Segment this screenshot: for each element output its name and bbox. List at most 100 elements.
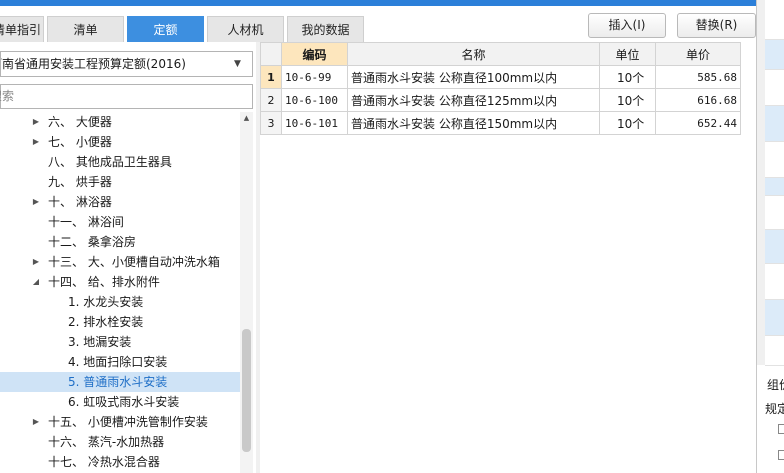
replace-button[interactable]: 替换(R): [677, 13, 756, 38]
tree-item-label: 1. 水龙头安装: [68, 295, 144, 309]
quota-book-value: 河南省通用安装工程预算定额(2016): [0, 57, 186, 71]
panel-label-rule: 规定: [765, 402, 784, 416]
tree-chapter-item[interactable]: ▶ 十三、 大、小便槽自动冲洗水箱: [0, 252, 240, 272]
expand-triangle-icon[interactable]: ▶: [30, 112, 42, 132]
scroll-up-arrow-icon[interactable]: ▲: [240, 112, 253, 124]
tree-item-label: 十一、 淋浴间: [48, 215, 124, 229]
tree-chapter-item[interactable]: ▶ 十、 淋浴器: [0, 192, 240, 212]
library-tab-strip: 清单指引 清单 定额 人材机 我的数据: [0, 16, 367, 42]
row-number: 3: [260, 111, 282, 135]
edge-cell: [765, 106, 784, 142]
cell-unit[interactable]: 10个: [599, 65, 656, 89]
edge-cell: [765, 178, 784, 196]
checkbox[interactable]: [778, 424, 784, 434]
cell-name[interactable]: 普通雨水斗安装 公称直径150mm以内: [347, 111, 600, 135]
panel-gap: [757, 0, 765, 365]
tree-leaf-item[interactable]: 3. 地漏安装: [0, 332, 240, 352]
tree-chapter-item[interactable]: 十二、 桑拿浴房: [0, 232, 240, 252]
checkbox[interactable]: [778, 450, 784, 460]
tree-item-label: 十六、 蒸汽-水加热器: [48, 435, 165, 449]
expand-triangle-icon[interactable]: ▶: [30, 192, 42, 212]
tree-item-label: 十、 淋浴器: [48, 195, 112, 209]
tree-leaf-item[interactable]: 4. 地面扫除口安装: [0, 352, 240, 372]
edge-cell: [765, 142, 784, 178]
tree-item-label: 4. 地面扫除口安装: [68, 355, 168, 369]
expand-triangle-icon[interactable]: ▶: [30, 252, 42, 272]
quota-book-select[interactable]: 河南省通用安装工程预算定额(2016) ▼: [0, 51, 253, 77]
table-row[interactable]: 3 10-6-101 普通雨水斗安装 公称直径150mm以内 10个 652.4…: [260, 111, 741, 135]
tab-list-guide[interactable]: 清单指引: [0, 16, 44, 42]
cell-price[interactable]: 616.68: [655, 88, 741, 112]
edge-cell: [765, 300, 784, 336]
tree-item-label: 6. 虹吸式雨水斗安装: [68, 395, 180, 409]
tree-item-label: 5. 普通雨水斗安装: [68, 375, 168, 389]
expand-triangle-icon[interactable]: ▶: [30, 132, 42, 152]
tree-chapter-item[interactable]: 十六、 蒸汽-水加热器: [0, 432, 240, 452]
search-input[interactable]: 搜索: [0, 84, 253, 109]
tree-chapter-item[interactable]: 十七、 冷热水混合器: [0, 452, 240, 472]
chapter-tree: ▶ 六、 大便器 ▶ 七、 小便器八、 其他成品卫生器具 九、 烘手器 ▶ 十、 淋浴器 十一…: [0, 112, 240, 473]
search-placeholder: 搜索: [0, 89, 15, 103]
column-header-code[interactable]: 编码: [281, 42, 348, 66]
expand-triangle-icon[interactable]: ▶: [30, 412, 42, 432]
edge-cell: [765, 230, 784, 264]
edge-cell: [765, 70, 784, 106]
tree-item-label: 2. 排水栓安装: [68, 315, 144, 329]
scrollbar-thumb[interactable]: [242, 329, 251, 452]
quota-table: 编码 名称 单位 单价 1 10-6-99 普通雨水斗安装 公称直径100mm以…: [260, 42, 741, 135]
cell-price[interactable]: 585.68: [655, 65, 741, 89]
tree-item-label: 八、 其他成品卫生器具: [48, 155, 172, 169]
edge-cell: [765, 264, 784, 300]
tree-item-label: 十三、 大、小便槽自动冲洗水箱: [48, 255, 220, 269]
column-header-unit[interactable]: 单位: [599, 42, 656, 66]
tree-chapter-item[interactable]: 九、 烘手器: [0, 172, 240, 192]
cell-code[interactable]: 10-6-99: [281, 65, 348, 89]
tree-item-label: 六、 大便器: [48, 115, 112, 129]
tab-bill[interactable]: 清单: [47, 16, 124, 42]
cell-unit[interactable]: 10个: [599, 111, 656, 135]
tree-leaf-item[interactable]: 1. 水龙头安装: [0, 292, 240, 312]
tree-item-label: 3. 地漏安装: [68, 335, 132, 349]
cell-code[interactable]: 10-6-100: [281, 88, 348, 112]
window-top-accent-bar: [0, 0, 784, 6]
tree-vertical-scrollbar[interactable]: ▲: [240, 112, 253, 473]
tab-quota[interactable]: 定额: [127, 16, 204, 42]
cell-price[interactable]: 652.44: [655, 111, 741, 135]
tree-chapter-item[interactable]: ◢ 十四、 给、排水附件: [0, 272, 240, 292]
cell-name[interactable]: 普通雨水斗安装 公称直径125mm以内: [347, 88, 600, 112]
edge-cell: [765, 0, 784, 40]
table-row[interactable]: 1 10-6-99 普通雨水斗安装 公称直径100mm以内 10个 585.68: [260, 65, 741, 89]
tree-leaf-item[interactable]: 5. 普通雨水斗安装: [0, 372, 240, 392]
tree-item-label: 十五、 小便槽冲洗管制作安装: [48, 415, 208, 429]
tree-leaf-item[interactable]: 2. 排水栓安装: [0, 312, 240, 332]
tree-chapter-item[interactable]: ▶ 七、 小便器: [0, 132, 240, 152]
tree-chapter-item[interactable]: 八、 其他成品卫生器具: [0, 152, 240, 172]
tree-item-label: 十二、 桑拿浴房: [48, 235, 136, 249]
column-header-name[interactable]: 名称: [347, 42, 600, 66]
tree-item-label: 十四、 给、排水附件: [48, 275, 160, 289]
edge-cell: [765, 336, 784, 366]
row-number-header: [260, 42, 282, 66]
tree-item-label: 九、 烘手器: [48, 175, 112, 189]
cell-unit[interactable]: 10个: [599, 88, 656, 112]
tree-item-label: 十七、 冷热水混合器: [48, 455, 160, 469]
insert-button[interactable]: 插入(I): [588, 13, 666, 38]
row-number: 2: [260, 88, 282, 112]
table-row[interactable]: 2 10-6-100 普通雨水斗安装 公称直径125mm以内 10个 616.6…: [260, 88, 741, 112]
cell-code[interactable]: 10-6-101: [281, 111, 348, 135]
edge-cell: [765, 196, 784, 230]
tab-labor-material-machine[interactable]: 人材机: [207, 16, 284, 42]
tab-my-data[interactable]: 我的数据: [287, 16, 364, 42]
edge-cell: [765, 40, 784, 70]
tree-chapter-item[interactable]: ▶ 六、 大便器: [0, 112, 240, 132]
tree-chapter-item[interactable]: ▶ 十五、 小便槽冲洗管制作安装: [0, 412, 240, 432]
tree-chapter-item[interactable]: 十一、 淋浴间: [0, 212, 240, 232]
collapse-triangle-icon[interactable]: ◢: [30, 272, 42, 292]
column-header-price[interactable]: 单价: [655, 42, 741, 66]
tree-item-label: 七、 小便器: [48, 135, 112, 149]
quota-navigation-panel: 河南省通用安装工程预算定额(2016) ▼ 搜索 ▶ 六、 大便器 ▶ 七、 小便器八…: [0, 42, 256, 473]
adjacent-panel-edge: 组价 规定: [756, 0, 784, 473]
tree-leaf-item[interactable]: 6. 虹吸式雨水斗安装: [0, 392, 240, 412]
row-number: 1: [260, 65, 282, 89]
cell-name[interactable]: 普通雨水斗安装 公称直径100mm以内: [347, 65, 600, 89]
